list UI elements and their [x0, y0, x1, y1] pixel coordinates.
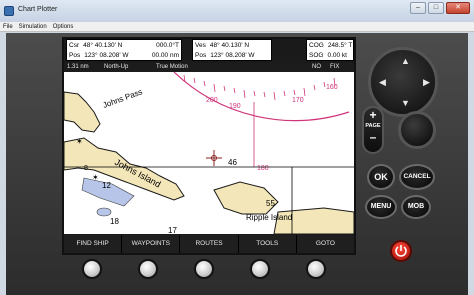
ripple-island-shape: [213, 181, 279, 215]
arrow-down-icon[interactable]: ▼: [401, 98, 410, 108]
cursor-distance: 00.00 nm: [151, 51, 179, 59]
range-readout: 1.31 nm: [67, 64, 89, 70]
menu-file[interactable]: File: [3, 22, 13, 31]
softkey-bar: FIND SHIP WAYPOINTS ROUTES TOOLS GOTO: [64, 235, 354, 253]
compass-label-170: 170: [292, 97, 304, 104]
cursor-info-box: Csr 48° 40.130' N 000.0°T Pos 123° 08.20…: [66, 39, 182, 61]
gps-status-no: NO: [312, 64, 321, 70]
cancel-button[interactable]: CANCEL: [399, 164, 435, 190]
compass-label-160: 160: [326, 84, 338, 91]
window-titlebar: Chart Plotter – □ ✕: [0, 0, 474, 22]
cursor-pos-label: Pos: [69, 51, 81, 59]
softkey-knob-4[interactable]: [250, 259, 270, 279]
course-speed-box: COG 248.5° T SOG 0.00 kt: [306, 39, 354, 61]
page-minus-icon[interactable]: –: [364, 130, 382, 144]
compass-arc: [173, 72, 350, 122]
sog-label: SOG: [309, 51, 324, 59]
vessel-label: Ves: [195, 42, 206, 49]
island-north: [64, 91, 101, 133]
place-johns-pass: Johns Pass: [102, 87, 144, 110]
vessel-pos-label: Pos: [195, 51, 207, 59]
mode-bar: 1.31 nm North-Up True Motion NO FIX: [64, 63, 354, 72]
window-title: Chart Plotter: [18, 6, 58, 13]
softkey-find-ship[interactable]: FIND SHIP: [64, 235, 123, 253]
arrow-right-icon[interactable]: ▶: [423, 77, 430, 88]
compass-label-190: 190: [229, 103, 241, 110]
rotary-knob[interactable]: [398, 111, 436, 149]
sounding-8: 8: [84, 165, 88, 172]
cursor-crosshair-icon[interactable]: [206, 150, 222, 166]
sog-value: 0.00 kt: [327, 51, 347, 59]
close-button[interactable]: ✕: [446, 2, 470, 14]
page-rocker-button[interactable]: + PAGE –: [362, 106, 384, 154]
sounding-55: 55: [266, 199, 275, 208]
softkey-goto[interactable]: GOTO: [297, 235, 354, 253]
ok-button[interactable]: OK: [367, 164, 395, 190]
place-ripple-island: Ripple Island: [246, 213, 292, 222]
orientation-readout: North-Up: [104, 64, 129, 70]
compass-label-180: 180: [257, 165, 269, 172]
mob-button[interactable]: MOB: [401, 195, 431, 219]
menu-simulation[interactable]: Simulation: [19, 22, 47, 31]
sounding-12: 12: [102, 181, 111, 190]
arrow-up-icon[interactable]: ▲: [401, 56, 410, 66]
menu-bar: File Simulation Options: [0, 22, 474, 32]
chart-canvas[interactable]: 200 190 180 170 160 Johns Pass Johns Isl…: [64, 72, 354, 234]
plotter-screen: Csr 48° 40.130' N 000.0°T Pos 123° 08.20…: [62, 37, 356, 255]
maximize-button[interactable]: □: [428, 2, 444, 14]
power-button[interactable]: [390, 240, 412, 262]
cursor-bearing: 000.0°T: [156, 42, 179, 49]
arrow-left-icon[interactable]: ◀: [379, 77, 386, 88]
cursor-lat: 48° 40.130' N: [83, 42, 123, 49]
sounding-18: 18: [110, 217, 119, 226]
softkey-knob-1[interactable]: [82, 259, 102, 279]
shallow-rock: [96, 207, 112, 217]
vessel-lon: 123° 08.208' W: [210, 51, 255, 59]
motion-readout: True Motion: [156, 64, 188, 70]
light-marker-icon: ✶: [76, 137, 83, 146]
sounding-46: 46: [228, 158, 237, 167]
page-plus-icon[interactable]: +: [364, 108, 382, 122]
rock-marker-icon: ✶: [92, 173, 99, 182]
cursor-label: Csr: [69, 42, 80, 49]
app-icon: [4, 6, 14, 16]
vessel-lat: 48° 40.130' N: [209, 42, 250, 49]
softkey-knob-2[interactable]: [138, 259, 158, 279]
cog-label: COG: [309, 42, 324, 49]
cog-value: 248.5° T: [327, 42, 353, 49]
softkey-knob-5[interactable]: [306, 259, 326, 279]
sounding-17: 17: [168, 226, 177, 234]
plotter-device: Csr 48° 40.130' N 000.0°T Pos 123° 08.20…: [6, 33, 468, 295]
page-label: PAGE: [365, 123, 381, 129]
softkey-knob-3[interactable]: [194, 259, 214, 279]
cursor-lon: 123° 08.208' W: [84, 51, 129, 59]
compass-ticks: [183, 74, 336, 167]
compass-label-200: 200: [206, 97, 218, 104]
menu-options[interactable]: Options: [53, 22, 74, 31]
chart-view[interactable]: 200 190 180 170 160 Johns Pass Johns Isl…: [64, 72, 354, 234]
power-icon: [395, 245, 407, 257]
vessel-info-box: Ves 48° 40.130' N Pos 123° 08.208' W: [192, 39, 272, 61]
gps-status-fix: FIX: [330, 64, 340, 70]
softkey-waypoints[interactable]: WAYPOINTS: [122, 235, 181, 253]
menu-button[interactable]: MENU: [365, 195, 397, 219]
softkey-tools[interactable]: TOOLS: [239, 235, 297, 253]
softkey-routes[interactable]: ROUTES: [180, 235, 239, 253]
minimize-button[interactable]: –: [410, 2, 426, 14]
window-controls: – □ ✕: [410, 2, 470, 14]
